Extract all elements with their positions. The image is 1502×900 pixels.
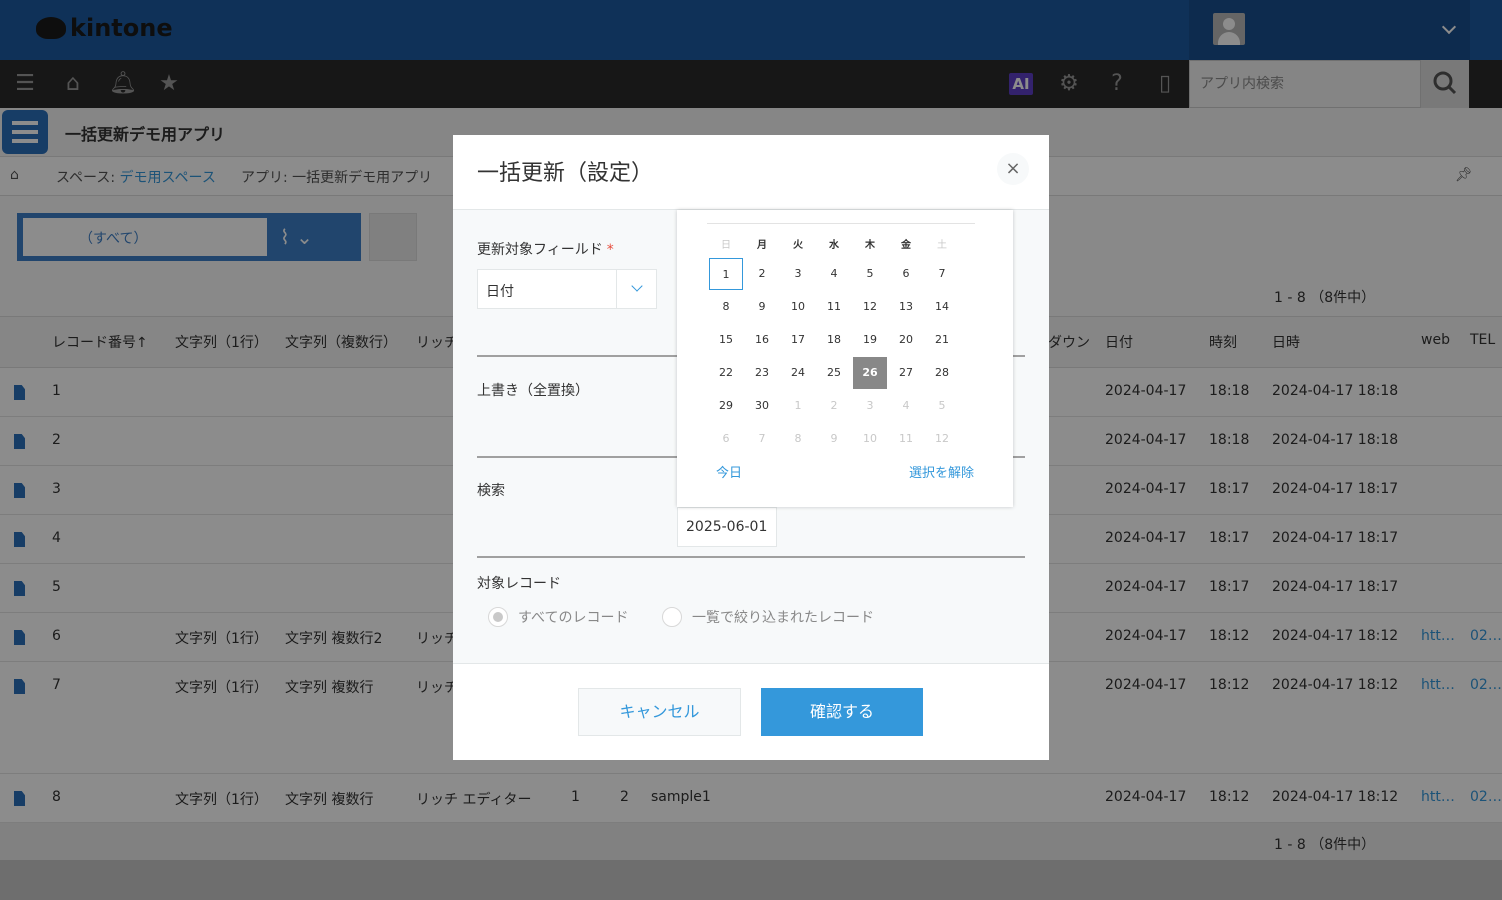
calendar-day[interactable]: 6	[889, 258, 923, 290]
target-records-label: 対象レコード	[477, 576, 561, 592]
dialog-header: 一括更新（設定） ×	[453, 135, 1049, 210]
weekday-label: 水	[829, 240, 839, 251]
dialog-title: 一括更新（設定）	[477, 161, 654, 186]
chevron-down-icon	[631, 280, 643, 292]
confirm-button[interactable]: 確認する	[761, 688, 923, 736]
target-field-label: 更新対象フィールド *	[477, 239, 614, 259]
calendar-day[interactable]: 24	[781, 357, 815, 389]
dialog-footer: キャンセル 確認する	[453, 663, 1049, 760]
calendar-day[interactable]: 19	[853, 324, 887, 356]
calendar-day[interactable]: 10	[781, 291, 815, 323]
close-icon[interactable]: ×	[997, 153, 1029, 185]
calendar-day[interactable]: 30	[745, 390, 779, 422]
calendar-day[interactable]: 10	[853, 423, 887, 455]
overwrite-label: 上書き（全置換）	[477, 383, 589, 399]
weekday-label: 土	[937, 240, 947, 251]
calendar-day[interactable]: 26	[853, 357, 887, 389]
select-divider	[616, 270, 617, 308]
radio-button[interactable]	[488, 607, 508, 627]
calendar-day[interactable]: 9	[745, 291, 779, 323]
calendar-day[interactable]: 1	[709, 258, 743, 290]
calendar-day[interactable]: 3	[781, 258, 815, 290]
calendar-day[interactable]: 20	[889, 324, 923, 356]
calendar-day[interactable]: 12	[853, 291, 887, 323]
calendar-day[interactable]: 6	[709, 423, 743, 455]
weekday-label: 月	[757, 240, 767, 251]
calendar-day[interactable]: 14	[925, 291, 959, 323]
calendar-day[interactable]: 13	[889, 291, 923, 323]
radio-all-records[interactable]: すべてのレコード	[488, 607, 628, 627]
calendar-day[interactable]: 4	[889, 390, 923, 422]
calendar-day[interactable]: 5	[853, 258, 887, 290]
calendar-day[interactable]: 7	[745, 423, 779, 455]
date-picker: 日月火水木金土 1 2 3 4 5 6 7 8 9 10 11 12 13 14 15 16 17 18 19 20 21…	[677, 210, 1013, 507]
calendar-day[interactable]: 7	[925, 258, 959, 290]
radio-filtered-records[interactable]: 一覧で絞り込まれたレコード	[662, 607, 874, 627]
required-mark: *	[606, 242, 614, 258]
calendar-divider	[707, 223, 975, 224]
calendar-day[interactable]: 11	[817, 291, 851, 323]
calendar-day[interactable]: 23	[745, 357, 779, 389]
calendar-day[interactable]: 5	[925, 390, 959, 422]
calendar-day[interactable]: 25	[817, 357, 851, 389]
calendar-day[interactable]: 12	[925, 423, 959, 455]
radio-button[interactable]	[662, 607, 682, 627]
target-field-select[interactable]: 日付	[477, 269, 657, 309]
calendar-day[interactable]: 28	[925, 357, 959, 389]
calendar-day[interactable]: 8	[709, 291, 743, 323]
calendar-day[interactable]: 27	[889, 357, 923, 389]
radio-filtered-label: 一覧で絞り込まれたレコード	[692, 610, 874, 626]
calendar-day[interactable]: 11	[889, 423, 923, 455]
calendar-day[interactable]: 2	[745, 258, 779, 290]
calendar-day[interactable]: 1	[781, 390, 815, 422]
calendar-day[interactable]: 4	[817, 258, 851, 290]
search-label: 検索	[477, 483, 505, 499]
calendar-day[interactable]: 15	[709, 324, 743, 356]
weekday-label: 金	[901, 240, 911, 251]
calendar-day[interactable]: 21	[925, 324, 959, 356]
calendar-day[interactable]: 22	[709, 357, 743, 389]
calendar-day[interactable]: 18	[817, 324, 851, 356]
calendar-day[interactable]: 9	[817, 423, 851, 455]
calendar-day[interactable]: 17	[781, 324, 815, 356]
calendar-day[interactable]: 2	[817, 390, 851, 422]
clear-selection-link[interactable]: 選択を解除	[909, 462, 974, 481]
radio-all-label: すべてのレコード	[518, 610, 629, 626]
weekday-label: 日	[721, 240, 731, 251]
target-field-value: 日付	[486, 284, 514, 300]
calendar-day[interactable]: 8	[781, 423, 815, 455]
weekday-label: 木	[865, 240, 875, 251]
calendar-day[interactable]: 16	[745, 324, 779, 356]
calendar-day[interactable]: 3	[853, 390, 887, 422]
search-date-input[interactable]: 2025-06-01	[677, 507, 777, 547]
weekday-label: 火	[793, 240, 803, 251]
cancel-button[interactable]: キャンセル	[578, 688, 741, 736]
target-field-label-text: 更新対象フィールド	[477, 242, 603, 258]
divider	[477, 556, 1025, 558]
today-link[interactable]: 今日	[716, 462, 742, 481]
calendar-day[interactable]: 29	[709, 390, 743, 422]
